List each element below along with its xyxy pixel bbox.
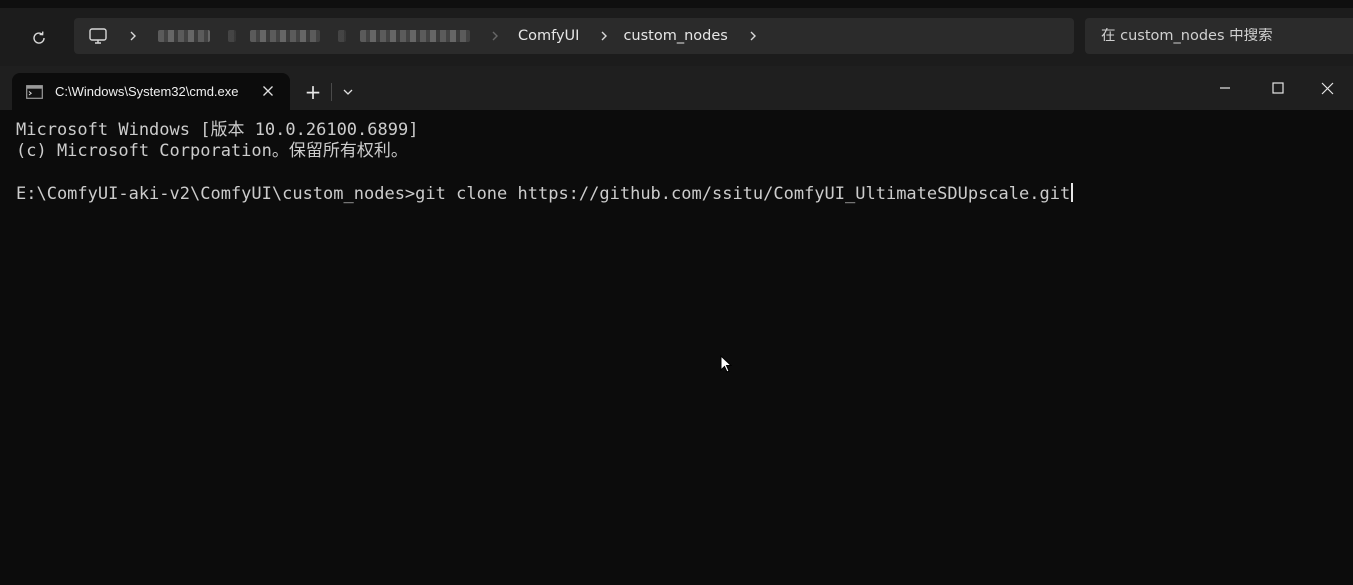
minimize-button[interactable] bbox=[1199, 66, 1251, 110]
chevron-right-icon[interactable] bbox=[595, 27, 613, 45]
console-line: Microsoft Windows [版本 10.0.26100.6899] bbox=[16, 120, 419, 140]
close-icon bbox=[1321, 82, 1333, 94]
minimize-icon bbox=[1220, 87, 1230, 89]
blurred-path-segment bbox=[360, 30, 470, 42]
command-line[interactable]: E:\ComfyUI-aki-v2\ComfyUI\custom_nodes>g… bbox=[16, 183, 1074, 205]
chevron-right-icon[interactable] bbox=[744, 27, 762, 45]
cmd-icon bbox=[26, 84, 43, 99]
new-tab-button[interactable]: + bbox=[298, 79, 328, 105]
blurred-path-segment bbox=[158, 30, 210, 42]
maximize-button[interactable] bbox=[1252, 66, 1304, 110]
close-icon[interactable] bbox=[260, 83, 276, 99]
text-cursor bbox=[1071, 183, 1074, 202]
search-input[interactable] bbox=[1101, 28, 1341, 44]
tab-divider bbox=[331, 83, 332, 101]
command-text: E:\ComfyUI-aki-v2\ComfyUI\custom_nodes>g… bbox=[16, 184, 1071, 204]
chevron-right-icon[interactable] bbox=[486, 27, 504, 45]
mouse-pointer-icon bbox=[720, 355, 733, 373]
explorer-address-bar: ComfyUI custom_nodes bbox=[0, 0, 1353, 66]
profile-dropdown-button[interactable] bbox=[336, 79, 360, 105]
console-line: (c) Microsoft Corporation。保留所有权利。 bbox=[16, 141, 408, 161]
terminal-tab[interactable]: C:\Windows\System32\cmd.exe bbox=[12, 73, 290, 110]
monitor-icon[interactable] bbox=[88, 27, 108, 45]
terminal-titlebar[interactable]: C:\Windows\System32\cmd.exe + bbox=[0, 66, 1353, 110]
blurred-path-segment bbox=[338, 30, 346, 42]
blurred-path-segment bbox=[228, 30, 236, 42]
blurred-path-segment bbox=[250, 30, 320, 42]
refresh-icon bbox=[33, 31, 45, 44]
search-box[interactable] bbox=[1085, 18, 1353, 54]
tab-title: C:\Windows\System32\cmd.exe bbox=[55, 84, 239, 99]
breadcrumb-comfyui[interactable]: ComfyUI bbox=[518, 28, 579, 44]
chevron-down-icon bbox=[343, 89, 353, 95]
address-path-box[interactable]: ComfyUI custom_nodes bbox=[74, 18, 1074, 54]
breadcrumb-custom-nodes[interactable]: custom_nodes bbox=[623, 28, 727, 44]
plus-icon: + bbox=[304, 80, 322, 104]
console-output[interactable]: Microsoft Windows [版本 10.0.26100.6899] (… bbox=[0, 110, 1353, 585]
chevron-right-icon[interactable] bbox=[124, 27, 142, 45]
maximize-icon bbox=[1272, 82, 1284, 94]
close-window-button[interactable] bbox=[1301, 66, 1353, 110]
refresh-button[interactable] bbox=[22, 22, 56, 54]
